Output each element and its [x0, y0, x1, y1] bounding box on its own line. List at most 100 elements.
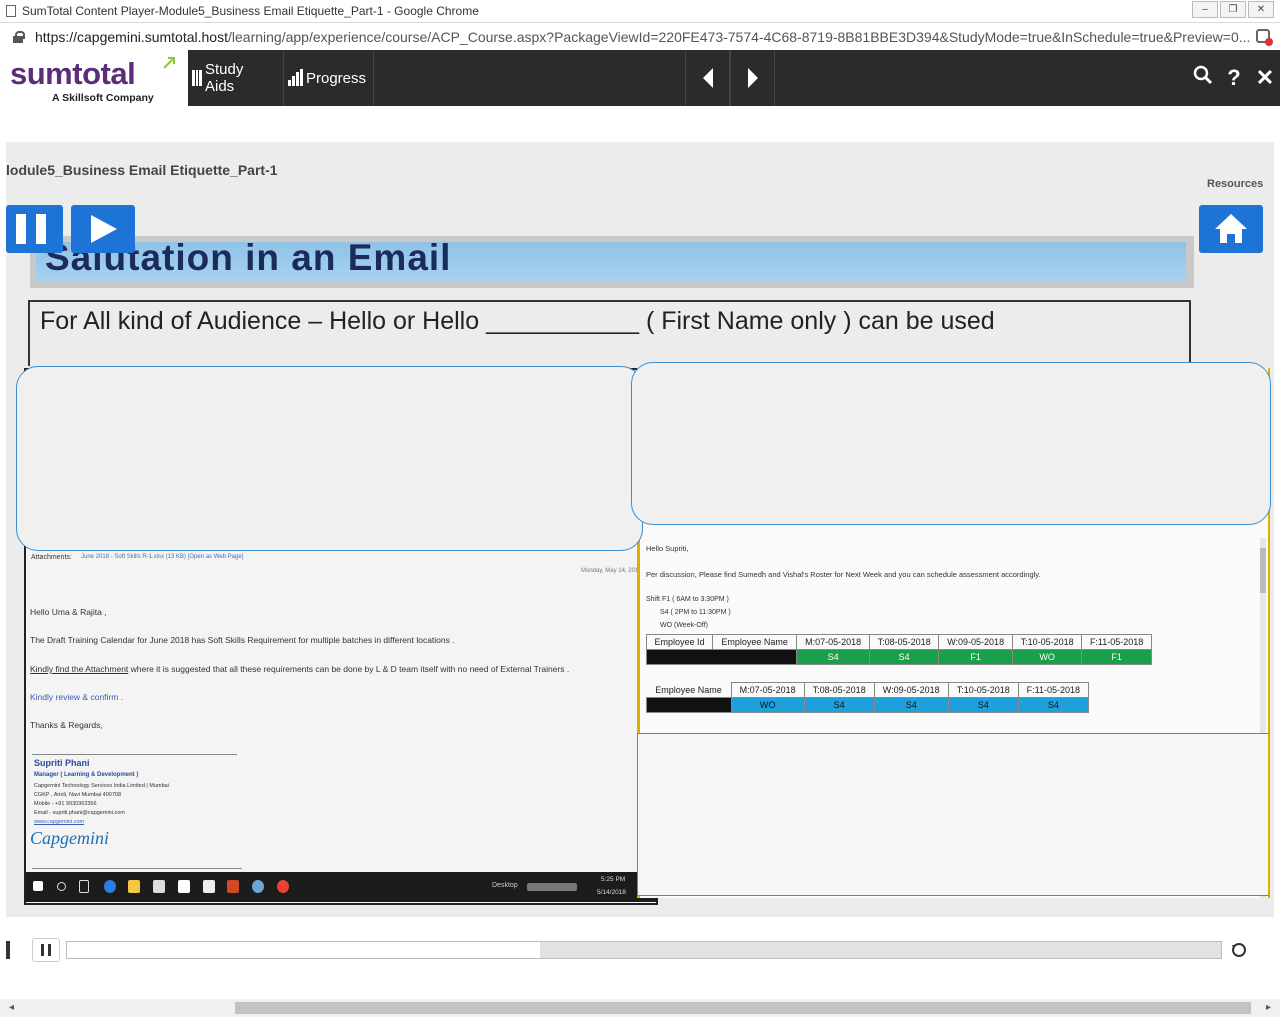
windows-taskbar: Desktop 5:25 PM 5/14/2018	[25, 872, 658, 902]
study-aids-button[interactable]: Study Aids	[188, 50, 284, 106]
document-icon	[6, 5, 16, 17]
email-line3: Kindly review & confirm .	[30, 692, 124, 702]
horizontal-scrollbar[interactable]: ◂ ▸	[0, 999, 1280, 1017]
shift-wo: WO (Week-Off)	[660, 622, 708, 629]
replay-button[interactable]	[1228, 938, 1250, 962]
powerpoint-icon	[227, 880, 239, 893]
close-window-button[interactable]: ✕	[1248, 1, 1274, 18]
app-navbar: sumtotal A Skillsoft Company Study Aids …	[0, 50, 1280, 106]
home-icon	[1215, 214, 1247, 243]
table-header-cell: W:09-05-2018	[938, 634, 1013, 650]
mail-icon	[178, 880, 190, 893]
taskbar-time: 5:25 PM	[601, 876, 626, 883]
table-cell: WO	[1011, 649, 1083, 665]
shift-s4: S4 ( 2PM to 11:30PM )	[660, 609, 731, 616]
system-tray-icons	[527, 883, 577, 891]
help-icon: ?	[1227, 65, 1241, 90]
table-cell: S4	[803, 697, 875, 713]
table-cell: S4	[873, 697, 949, 713]
search-button[interactable]	[1189, 64, 1217, 92]
document-taskbar-icon	[203, 880, 215, 893]
file-explorer-icon	[128, 880, 140, 893]
table-cell: S4	[869, 649, 940, 665]
scroll-thumb[interactable]	[235, 1002, 1251, 1014]
signature-line1: Capgemini Technology Services India Limi…	[34, 783, 169, 789]
edge-icon	[104, 880, 116, 893]
right-email-greeting: Hello Supriti,	[646, 544, 689, 553]
replay-icon	[1232, 943, 1246, 957]
roster-1-header-row: Employee Id Employee Name M:07-05-2018 T…	[646, 634, 1152, 650]
play-icon	[91, 215, 117, 243]
module-title: lodule5_Business Email Etiquette_Part-1	[6, 162, 278, 178]
table-header-cell: W:09-05-2018	[873, 682, 949, 698]
signature-line5: www.capgemini.com	[34, 819, 85, 825]
signature-line2: CGKP , Airoli, Navi Mumbai 400708	[34, 792, 122, 798]
url-path: /learning/app/experience/course/ACP_Cour…	[228, 28, 1251, 45]
roster-1-data-row: S4 S4 F1 WO F1	[645, 649, 1152, 665]
table-header-cell: T:08-05-2018	[803, 682, 875, 698]
logo-spark-icon	[163, 57, 175, 69]
help-button[interactable]: ?	[1220, 64, 1248, 92]
email-line1: The Draft Training Calendar for June 201…	[30, 635, 455, 645]
minimize-button[interactable]: –	[1192, 1, 1218, 18]
attachment-name: June 2018 - Soft Skills R-1.xlsx (13 KB)…	[81, 554, 244, 560]
search-icon	[1193, 65, 1213, 85]
footer-divider	[32, 868, 242, 869]
right-email-line1: Per discussion, Please find Sumedh and V…	[646, 570, 1041, 579]
home-button[interactable]	[1199, 205, 1263, 253]
previous-button[interactable]	[685, 50, 730, 106]
audience-text-box: For All kind of Audience – Hello or Hell…	[28, 300, 1191, 366]
progress-slider[interactable]	[66, 941, 1222, 959]
arrow-right-icon	[747, 68, 758, 88]
pause-button[interactable]	[6, 205, 63, 253]
table-header-cell: Employee Name	[655, 684, 722, 695]
extension-icon[interactable]	[1256, 29, 1273, 46]
signature-line4: Email - supriti.phani@capgemini.com	[34, 810, 125, 816]
table-header-cell: F:11-05-2018	[1017, 682, 1090, 698]
close-icon: ✕	[1255, 65, 1275, 90]
progress-button[interactable]: Progress	[284, 50, 374, 106]
table-header-cell: Employee Id	[646, 634, 713, 650]
table-header-cell: T:08-05-2018	[869, 634, 940, 650]
signature-title: Manager ( Learning & Development )	[34, 772, 139, 778]
next-button[interactable]	[730, 50, 775, 106]
signature-divider	[32, 754, 237, 755]
capgemini-logo: Capgemini	[30, 828, 109, 848]
scroll-right-icon[interactable]: ▸	[1266, 1002, 1271, 1013]
volume-icon[interactable]	[6, 941, 10, 959]
table-header-cell: Employee Name	[711, 634, 798, 650]
close-player-button[interactable]: ✕	[1251, 64, 1279, 92]
logo-wordmark: sumtotal	[10, 56, 136, 91]
pause-icon	[41, 944, 51, 956]
player-pause-button[interactable]	[32, 938, 60, 962]
globe-icon	[252, 880, 264, 893]
shift-f1: Shift F1 ( 6AM to 3:30PM )	[646, 596, 729, 603]
arrow-left-icon	[702, 68, 713, 88]
callout-top-right	[631, 362, 1271, 525]
roster-2-data-row: WO S4 S4 S4 S4	[646, 697, 1090, 713]
table-cell: WO	[730, 697, 805, 713]
address-bar[interactable]: https://capgemini.sumtotal.host/learning…	[0, 23, 1280, 50]
email-thanks: Thanks & Regards,	[30, 720, 103, 730]
resources-link[interactable]: Resources	[1207, 178, 1263, 190]
task-view-icon	[79, 880, 89, 893]
callout-bottom-right	[637, 733, 1270, 896]
email-line2: where it is suggested that all these req…	[128, 664, 570, 674]
table-header-cell: F:11-05-2018	[1081, 634, 1152, 650]
table-cell: F1	[938, 649, 1013, 665]
scroll-left-icon[interactable]: ◂	[9, 1002, 14, 1013]
sumtotal-logo[interactable]: sumtotal A Skillsoft Company	[0, 50, 188, 106]
table-cell: S4	[947, 697, 1019, 713]
taskbar-desktop-label: Desktop	[492, 882, 518, 889]
taskbar-date: 5/14/2018	[597, 889, 626, 896]
url-host: https://capgemini.sumtotal.host	[35, 28, 228, 45]
study-aids-label: Study Aids	[205, 61, 244, 95]
progress-label: Progress	[306, 69, 367, 87]
restore-button[interactable]: ❐	[1220, 1, 1246, 18]
play-button[interactable]	[71, 205, 135, 253]
table-header-cell: T:10-05-2018	[947, 682, 1019, 698]
logo-tagline: A Skillsoft Company	[52, 92, 154, 104]
browser-titlebar: SumTotal Content Player-Module5_Business…	[0, 0, 1280, 23]
audience-text: For All kind of Audience – Hello or Hell…	[40, 307, 995, 335]
progress-icon	[288, 69, 303, 86]
